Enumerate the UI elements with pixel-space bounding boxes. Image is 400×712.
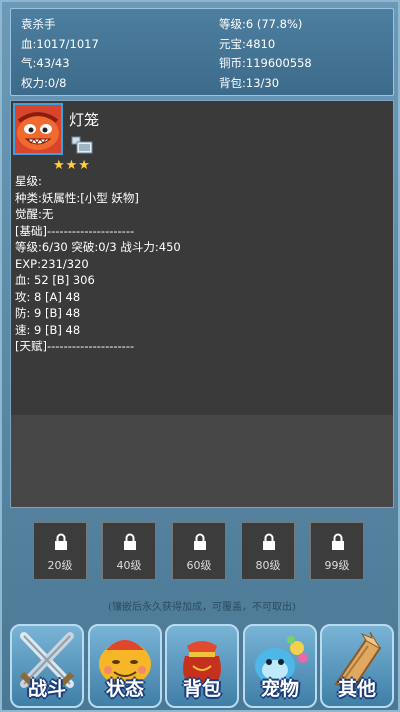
character-name: 袁杀手: [21, 17, 56, 31]
bottom-nav: 战斗 状态 背包 宠物 其他: [10, 624, 394, 708]
slot-level-60[interactable]: 60级: [172, 522, 226, 580]
pet-name: 灯笼: [69, 111, 100, 129]
pet-detail-panel: 灯笼 ★★★ 星级: 种类:妖属性:[小型 妖物] 觉醒:无 [基础]-----…: [10, 100, 394, 508]
nav-battle-label: 战斗: [27, 678, 66, 700]
slot-level-80[interactable]: 80级: [241, 522, 295, 580]
character-qi: 气:43/43: [21, 56, 70, 70]
pet-stars: ★★★: [53, 158, 91, 173]
slot-level-label: 40级: [116, 559, 142, 572]
pet-portrait[interactable]: [13, 103, 63, 155]
pet-attributes: 星级: 种类:妖属性:[小型 妖物] 觉醒:无 [基础]------------…: [15, 173, 181, 355]
lock-icon: [263, 533, 275, 550]
pet-exp: EXP:231/320: [15, 256, 89, 271]
nav-battle-button[interactable]: 战斗: [10, 624, 84, 708]
slot-level-20[interactable]: 20级: [33, 522, 87, 580]
slot-level-label: 99级: [324, 559, 350, 572]
slot-level-label: 20级: [47, 559, 73, 572]
nav-pet-button[interactable]: 宠物: [243, 624, 317, 708]
slot-level-99[interactable]: 99级: [310, 522, 364, 580]
unlock-slots: 20级 40级 60级 80级 99级: [2, 522, 400, 582]
bag-capacity: 背包:13/30: [219, 75, 280, 90]
basic-section-header: [基础]---------------------: [15, 223, 135, 238]
character-hp: 血:1017/1017: [21, 36, 99, 51]
character-level: 等级:6 (77.8%): [219, 17, 303, 31]
inlay-notice: (镶嵌后永久获得加成，可覆盖，不可取出): [108, 602, 296, 613]
slot-level-label: 60级: [186, 559, 212, 572]
lock-icon: [55, 533, 67, 550]
character-power: 权力:0/8: [21, 75, 67, 90]
pet-type-icon: [71, 136, 93, 154]
lock-icon: [124, 533, 136, 550]
pet-attack: 攻: 8 [A] 48: [15, 289, 81, 304]
pet-speed: 速: 9 [B] 48: [15, 322, 81, 337]
pet-type: 种类:妖属性:[小型 妖物]: [15, 190, 139, 205]
nav-status-button[interactable]: 状态: [88, 624, 162, 708]
nav-bag-button[interactable]: 背包: [165, 624, 239, 708]
nav-other-button[interactable]: 其他: [320, 624, 394, 708]
nav-pet-label: 宠物: [260, 678, 299, 700]
lock-icon: [332, 533, 344, 550]
character-status-panel: 袁杀手 血:1017/1017 气:43/43 权力:0/8 等级:6 (77.…: [10, 8, 394, 96]
copper-count: 铜币:119600558: [219, 56, 312, 70]
nav-status-label: 状态: [105, 678, 144, 700]
pet-hp: 血: 52 [B] 306: [15, 273, 95, 287]
pet-awaken: 觉醒:无: [15, 207, 54, 221]
yuanbao-count: 元宝:4810: [219, 36, 276, 51]
pet-level-line: 等级:6/30 突破:0/3 战斗力:450: [15, 240, 181, 254]
detail-lower-area: [11, 415, 393, 507]
slot-level-label: 80级: [255, 559, 281, 572]
nav-other-label: 其他: [337, 678, 376, 700]
nav-bag-label: 背包: [182, 678, 221, 700]
pet-defense: 防: 9 [B] 48: [15, 306, 81, 320]
game-screen: 袁杀手 血:1017/1017 气:43/43 权力:0/8 等级:6 (77.…: [0, 0, 400, 712]
talent-section-header: [天赋]---------------------: [15, 339, 135, 353]
star-level-label: 星级:: [15, 174, 42, 188]
lock-icon: [194, 533, 206, 550]
slot-level-40[interactable]: 40级: [102, 522, 156, 580]
